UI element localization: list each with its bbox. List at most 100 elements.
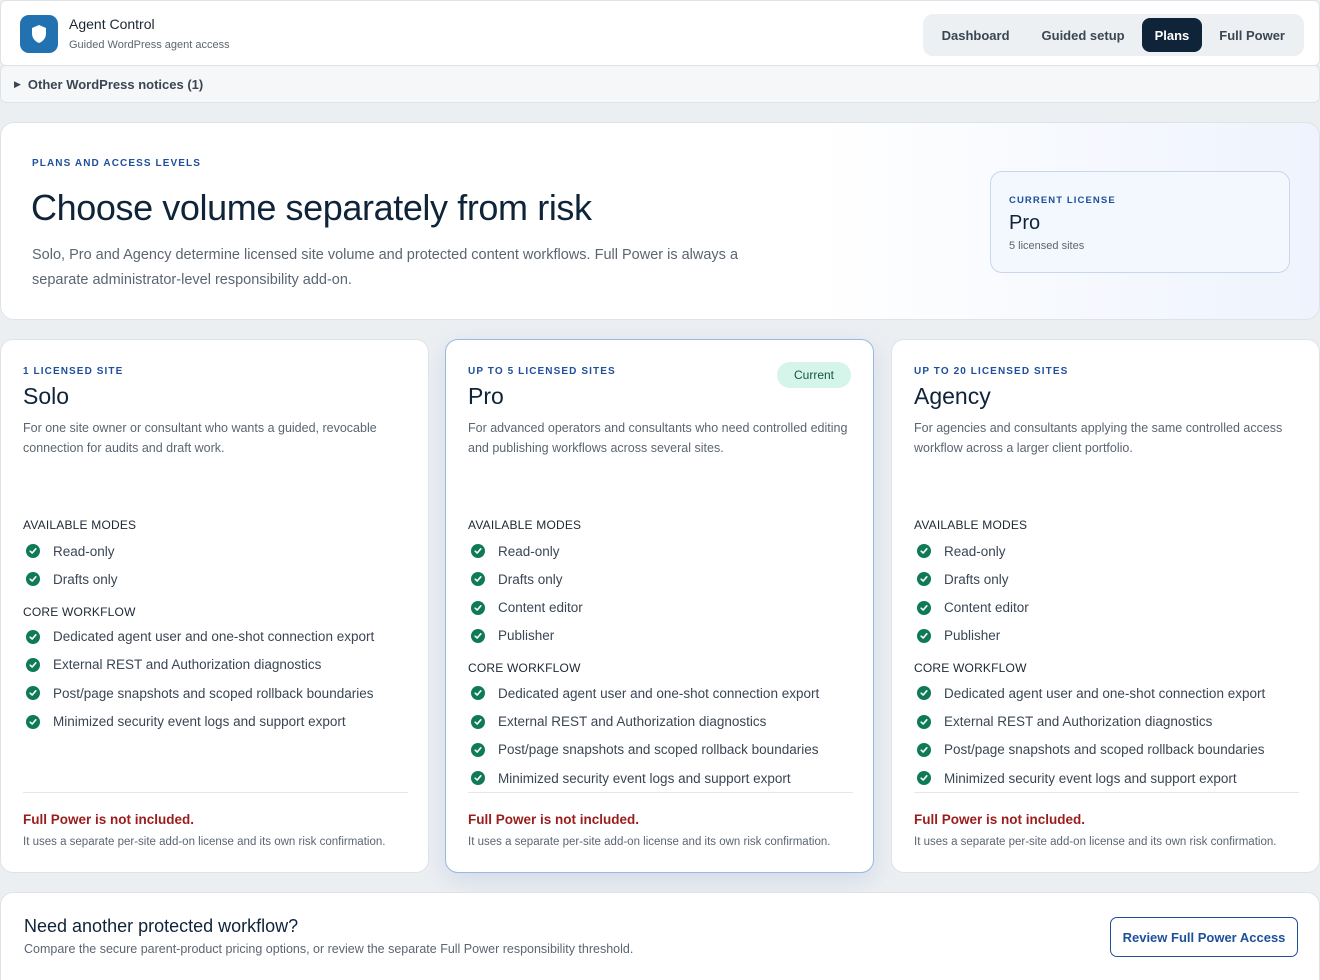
plan-card-solo: 1 LICENSED SITE Solo For one site owner or… — [0, 339, 429, 873]
nav-tab-dashboard[interactable]: Dashboard — [927, 18, 1025, 52]
card-divider — [23, 792, 408, 793]
workflow-label: Minimized security event logs and suppor… — [498, 770, 791, 786]
workflow-label: Post/page snapshots and scoped rollback … — [944, 742, 1265, 758]
app-subtitle: Guided WordPress agent access — [69, 39, 230, 51]
disclosure-triangle-icon: ▶ — [14, 78, 21, 89]
check-circle-icon — [917, 714, 931, 729]
page-title: Choose volume separately from risk — [31, 187, 592, 228]
workflow-item: Post/page snapshots and scoped rollback … — [23, 683, 373, 703]
mode-item: Read-only — [23, 541, 115, 561]
check-circle-icon — [26, 686, 40, 701]
check-circle-icon — [471, 686, 485, 701]
check-circle-icon — [917, 628, 931, 643]
workflow-label: Dedicated agent user and one-shot connec… — [944, 685, 1266, 701]
mode-label: Read-only — [944, 543, 1006, 559]
mode-item: Publisher — [914, 626, 1000, 646]
workflow-item: Minimized security event logs and suppor… — [468, 768, 791, 788]
check-circle-icon — [26, 714, 40, 729]
current-plan-badge: Current — [776, 362, 851, 388]
plan-name: Pro — [468, 383, 504, 409]
available-modes-heading: AVAILABLE MODES — [914, 518, 1028, 532]
workflow-label: Minimized security event logs and suppor… — [53, 714, 346, 729]
check-circle-icon — [471, 572, 485, 587]
mode-label: Content editor — [944, 600, 1029, 616]
hero-description: Solo, Pro and Agency determine licensed … — [32, 247, 739, 288]
mode-item: Content editor — [914, 598, 1029, 618]
plans-hero: PLANS AND ACCESS LEVELS Choose volume se… — [0, 122, 1320, 320]
footer-title: Need another protected workflow? — [24, 916, 299, 936]
plan-description: For one site owner or consultant who wan… — [23, 421, 377, 455]
plan-name: Solo — [23, 383, 70, 409]
check-circle-icon — [471, 771, 485, 786]
core-workflow-heading: CORE WORKFLOW — [468, 661, 581, 676]
mode-item: Drafts only — [914, 569, 1009, 589]
nav-tab-plans[interactable]: Plans — [1141, 18, 1203, 52]
core-workflow-heading: CORE WORKFLOW — [23, 604, 136, 619]
mode-label: Publisher — [498, 628, 555, 644]
mode-label: Publisher — [944, 628, 1001, 644]
workflow-label: Dedicated agent user and one-shot connec… — [498, 685, 820, 701]
license-eyebrow: CURRENT LICENSE — [1009, 195, 1116, 206]
current-license-card: CURRENT LICENSE Pro 5 licensed sites — [990, 171, 1290, 273]
plan-name: Agency — [914, 383, 991, 409]
workflow-label: Dedicated agent user and one-shot connec… — [53, 629, 375, 645]
workflow-item: Dedicated agent user and one-shot connec… — [914, 683, 1265, 703]
plan-site-volume: UP TO 20 LICENSED SITES — [914, 366, 1069, 377]
full-power-warning-title: Full Power is not included. — [23, 812, 195, 827]
nav-tab-guided-setup[interactable]: Guided setup — [1027, 18, 1140, 52]
mode-label: Read-only — [53, 543, 115, 559]
plan-card-pro: UP TO 5 LICENSED SITES Pro For advanced op… — [445, 339, 874, 873]
workflow-item: Minimized security event logs and suppor… — [23, 712, 346, 732]
mode-label: Drafts only — [944, 571, 1009, 587]
check-circle-icon — [917, 771, 931, 786]
notices-label: Other WordPress notices (1) — [27, 76, 204, 92]
mode-item: Read-only — [468, 541, 560, 561]
check-circle-icon — [471, 742, 485, 757]
workflow-label: Post/page snapshots and scoped rollback … — [53, 685, 374, 701]
mode-label: Drafts only — [498, 571, 563, 587]
available-modes-heading: AVAILABLE MODES — [468, 518, 582, 532]
full-power-warning-title: Full Power is not included. — [914, 812, 1086, 827]
workflow-item: Minimized security event logs and suppor… — [914, 768, 1237, 788]
check-circle-icon — [26, 544, 40, 558]
check-circle-icon — [917, 572, 931, 587]
workflow-item: External REST and Authorization diagnost… — [914, 712, 1212, 732]
plan-site-volume: 1 LICENSED SITE — [23, 366, 124, 377]
mode-item: Drafts only — [468, 569, 563, 589]
license-plan-name: Pro — [1009, 212, 1041, 234]
workflow-item: Dedicated agent user and one-shot connec… — [468, 683, 819, 703]
mode-item: Drafts only — [23, 569, 118, 589]
check-circle-icon — [26, 629, 40, 644]
plan-description: For agencies and consultants applying th… — [914, 421, 1283, 455]
check-circle-icon — [917, 544, 931, 558]
check-circle-icon — [471, 544, 485, 558]
nav-tab-full-power[interactable]: Full Power — [1204, 18, 1300, 52]
review-full-power-button[interactable]: Review Full Power Access — [1110, 917, 1298, 957]
mode-label: Read-only — [498, 543, 560, 559]
card-divider — [468, 792, 853, 793]
workflow-item: External REST and Authorization diagnost… — [23, 655, 321, 675]
shield-icon — [20, 15, 58, 53]
footer-description: Compare the secure parent-product pricin… — [24, 942, 634, 956]
mode-label: Drafts only — [53, 571, 118, 587]
main-nav: Dashboard Guided setup Plans Full Power — [922, 14, 1304, 56]
workflow-item: External REST and Authorization diagnost… — [468, 712, 766, 732]
wordpress-notices-toggle[interactable]: ▶ Other WordPress notices (1) — [0, 65, 1320, 103]
card-divider — [914, 792, 1299, 793]
mode-item: Publisher — [468, 626, 554, 646]
workflow-item: Dedicated agent user and one-shot connec… — [23, 627, 374, 647]
plan-site-volume: UP TO 5 LICENSED SITES — [468, 366, 616, 377]
check-circle-icon — [917, 600, 931, 615]
workflow-label: External REST and Authorization diagnost… — [53, 657, 322, 673]
workflow-label: External REST and Authorization diagnost… — [944, 714, 1213, 729]
mode-item: Content editor — [468, 598, 583, 618]
check-circle-icon — [917, 742, 931, 757]
full-power-warning-description: It uses a separate per-site add-on licen… — [23, 836, 386, 848]
plan-card-agency: UP TO 20 LICENSED SITES Agency For agencie… — [891, 339, 1320, 873]
full-power-warning-title: Full Power is not included. — [468, 812, 640, 827]
mode-label: Content editor — [498, 600, 583, 616]
app-header: Agent Control Guided WordPress agent acc… — [0, 0, 1320, 66]
core-workflow-heading: CORE WORKFLOW — [914, 661, 1027, 676]
workflow-item: Post/page snapshots and scoped rollback … — [914, 740, 1264, 760]
check-circle-icon — [26, 572, 40, 587]
